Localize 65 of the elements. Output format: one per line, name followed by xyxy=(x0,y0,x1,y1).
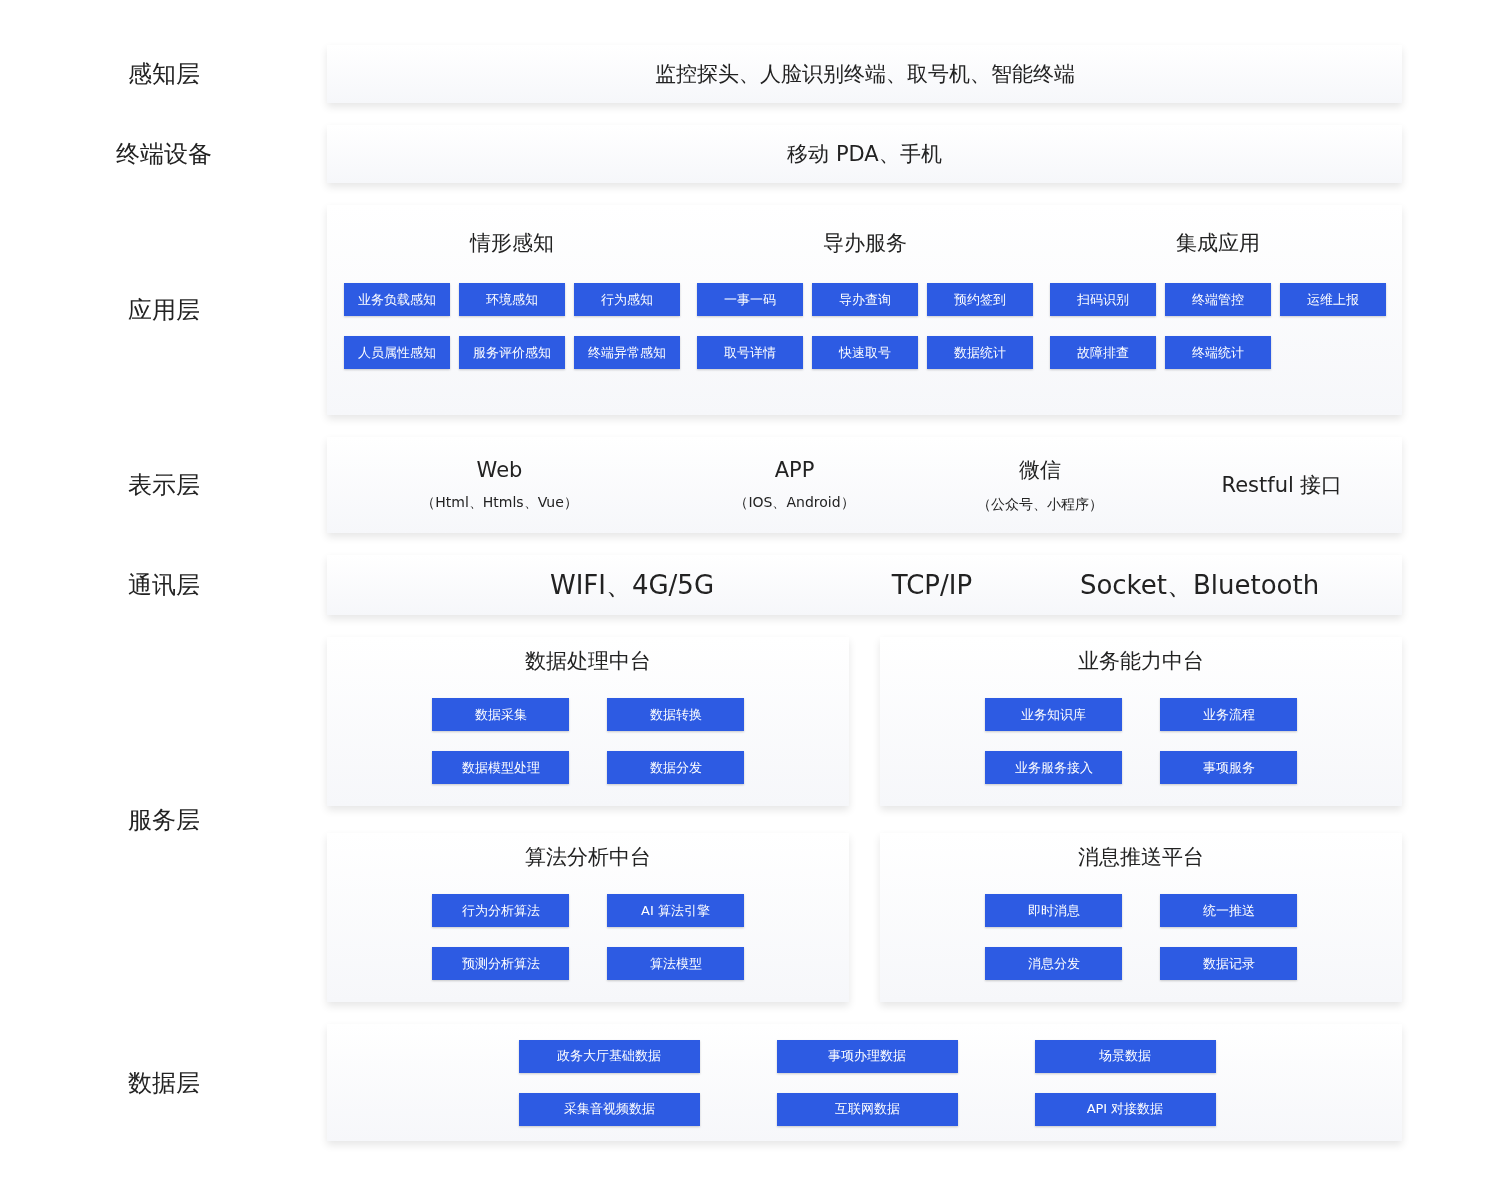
module-tag: 事项办理数据 xyxy=(776,1039,958,1073)
module-tag: 采集音视频数据 xyxy=(518,1092,700,1126)
module-tag: 行为感知 xyxy=(573,283,680,316)
platform-name: Restful 接口 xyxy=(1221,472,1343,499)
module-tag: 一事一码 xyxy=(696,283,803,316)
layer-label: 数据层 xyxy=(126,1067,201,1099)
module-tag: 预约签到 xyxy=(926,283,1033,316)
protocol-text: TCP/IP xyxy=(890,570,974,600)
platform-name: Web xyxy=(476,458,523,482)
group-title: 导办服务 xyxy=(822,230,907,257)
group-title: 集成应用 xyxy=(1175,230,1260,257)
module-tag: 服务评价感知 xyxy=(458,336,565,369)
module-tag: 故障排查 xyxy=(1049,336,1156,369)
layer-text: 监控探头、人脸识别终端、取号机、智能终端 xyxy=(654,61,1075,88)
module-tag: 消息分发 xyxy=(985,947,1122,980)
module-tag: 取号详情 xyxy=(696,336,803,369)
platform-detail: （IOS、Android） xyxy=(734,494,855,512)
module-tag: 预测分析算法 xyxy=(432,947,569,980)
module-tag: 数据转换 xyxy=(607,698,744,731)
platform-detail: （公众号、小程序） xyxy=(976,496,1103,514)
module-tag: 事项服务 xyxy=(1160,751,1297,784)
card-title: 消息推送平台 xyxy=(1078,844,1204,871)
module-tag: 运维上报 xyxy=(1279,283,1386,316)
module-tag: 算法模型 xyxy=(607,947,744,980)
card-title: 业务能力中台 xyxy=(1078,648,1204,675)
module-tag: 快速取号 xyxy=(811,336,918,369)
module-tag: 行为分析算法 xyxy=(432,894,569,927)
module-tag: 政务大厅基础数据 xyxy=(518,1039,700,1073)
module-tag: 数据记录 xyxy=(1160,947,1297,980)
platform-detail: （Html、Htmls、Vue） xyxy=(421,494,578,512)
module-tag: 数据模型处理 xyxy=(432,751,569,784)
module-tag: 场景数据 xyxy=(1034,1039,1216,1073)
module-tag: API 对接数据 xyxy=(1034,1092,1216,1126)
group-title: 情形感知 xyxy=(469,230,554,257)
protocol-text: WIFI、4G/5G xyxy=(548,568,716,602)
module-tag: 终端统计 xyxy=(1164,336,1271,369)
layer-label: 终端设备 xyxy=(114,139,213,170)
module-tag: 终端管控 xyxy=(1164,283,1271,316)
module-tag: 人员属性感知 xyxy=(343,336,450,369)
module-tag: 数据统计 xyxy=(926,336,1033,369)
layer-label: 服务层 xyxy=(126,804,201,836)
layer-label: 通讯层 xyxy=(126,570,201,601)
module-tag: 即时消息 xyxy=(985,894,1122,927)
module-tag: 互联网数据 xyxy=(776,1092,958,1126)
module-tag: 环境感知 xyxy=(458,283,565,316)
module-tag: 业务服务接入 xyxy=(985,751,1122,784)
module-tag: 业务流程 xyxy=(1160,698,1297,731)
layer-label: 感知层 xyxy=(126,59,201,90)
module-tag: 业务负载感知 xyxy=(343,283,450,316)
module-tag: 扫码识别 xyxy=(1049,283,1156,316)
layer-text: 移动 PDA、手机 xyxy=(787,141,942,168)
platform-name: APP xyxy=(774,458,815,482)
card-title: 算法分析中台 xyxy=(525,844,651,871)
module-tag: 数据分发 xyxy=(607,751,744,784)
layer-label: 表示层 xyxy=(126,470,201,501)
protocol-text: Socket、Bluetooth xyxy=(1078,568,1321,602)
platform-name: 微信 xyxy=(1018,457,1061,484)
module-tag: 业务知识库 xyxy=(985,698,1122,731)
module-tag: AI 算法引擎 xyxy=(607,894,744,927)
module-tag: 统一推送 xyxy=(1160,894,1297,927)
module-tag: 终端异常感知 xyxy=(573,336,680,369)
module-tag: 数据采集 xyxy=(432,698,569,731)
card-title: 数据处理中台 xyxy=(525,648,651,675)
layer-label: 应用层 xyxy=(126,295,201,326)
module-tag: 导办查询 xyxy=(811,283,918,316)
